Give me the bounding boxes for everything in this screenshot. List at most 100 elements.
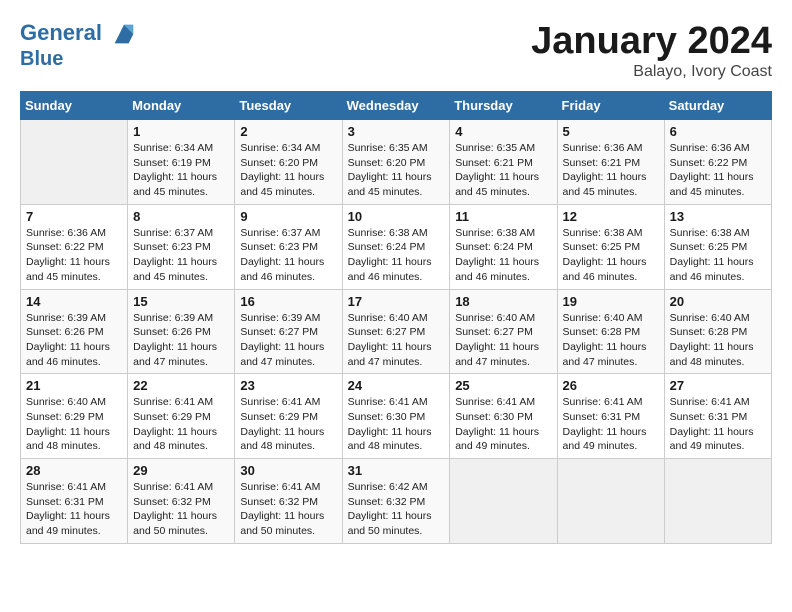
page-header: General Blue January 2024 Balayo, Ivory … bbox=[20, 20, 772, 81]
day-number: 15 bbox=[133, 294, 229, 309]
day-number: 1 bbox=[133, 124, 229, 139]
calendar-cell bbox=[664, 459, 771, 544]
week-row-1: 1 Sunrise: 6:34 AMSunset: 6:19 PMDaylight… bbox=[21, 120, 772, 205]
day-number: 13 bbox=[670, 209, 766, 224]
cell-info: Sunrise: 6:35 AMSunset: 6:21 PMDaylight:… bbox=[455, 141, 551, 200]
week-row-2: 7Sunrise: 6:36 AMSunset: 6:22 PMDaylight… bbox=[21, 204, 772, 289]
header-monday: Monday bbox=[128, 92, 235, 120]
logo-text: General bbox=[20, 20, 138, 48]
day-number: 25 bbox=[455, 378, 551, 393]
cell-info: Sunrise: 6:40 AMSunset: 6:28 PMDaylight:… bbox=[670, 311, 766, 370]
cell-info: Sunrise: 6:40 AMSunset: 6:27 PMDaylight:… bbox=[455, 311, 551, 370]
calendar-cell: 22 Sunrise: 6:41 AMSunset: 6:29 PMDayligh… bbox=[128, 374, 235, 459]
day-number: 23 bbox=[240, 378, 336, 393]
calendar-cell: 10 Sunrise: 6:38 AMSunset: 6:24 PMDayligh… bbox=[342, 204, 450, 289]
calendar-cell bbox=[450, 459, 557, 544]
cell-info: Sunrise: 6:40 AMSunset: 6:29 PMDaylight:… bbox=[26, 395, 122, 454]
day-number: 5 bbox=[563, 124, 659, 139]
cell-info: Sunrise: 6:38 AMSunset: 6:25 PMDaylight:… bbox=[670, 226, 766, 285]
cell-info: Sunrise: 6:38 AMSunset: 6:24 PMDaylight:… bbox=[348, 226, 445, 285]
cell-info: Sunrise: 6:41 AMSunset: 6:31 PMDaylight:… bbox=[26, 480, 122, 539]
day-number: 11 bbox=[455, 209, 551, 224]
location-subtitle: Balayo, Ivory Coast bbox=[531, 63, 772, 81]
cell-info: Sunrise: 6:38 AMSunset: 6:25 PMDaylight:… bbox=[563, 226, 659, 285]
day-number: 18 bbox=[455, 294, 551, 309]
day-number: 2 bbox=[240, 124, 336, 139]
calendar-cell: 14 Sunrise: 6:39 AMSunset: 6:26 PMDayligh… bbox=[21, 289, 128, 374]
calendar-cell: 8 Sunrise: 6:37 AMSunset: 6:23 PMDaylight… bbox=[128, 204, 235, 289]
month-title: January 2024 bbox=[531, 20, 772, 63]
day-number: 9 bbox=[240, 209, 336, 224]
calendar-cell: 27Sunrise: 6:41 AMSunset: 6:31 PMDayligh… bbox=[664, 374, 771, 459]
calendar-cell: 16 Sunrise: 6:39 AMSunset: 6:27 PMDayligh… bbox=[235, 289, 342, 374]
cell-info: Sunrise: 6:36 AMSunset: 6:21 PMDaylight:… bbox=[563, 141, 659, 200]
day-number: 4 bbox=[455, 124, 551, 139]
calendar-table: SundayMondayTuesdayWednesdayThursdayFrid… bbox=[20, 91, 772, 544]
day-number: 3 bbox=[348, 124, 445, 139]
cell-info: Sunrise: 6:40 AMSunset: 6:27 PMDaylight:… bbox=[348, 311, 445, 370]
header-sunday: Sunday bbox=[21, 92, 128, 120]
day-number: 8 bbox=[133, 209, 229, 224]
header-wednesday: Wednesday bbox=[342, 92, 450, 120]
day-number: 21 bbox=[26, 378, 122, 393]
cell-info: Sunrise: 6:41 AMSunset: 6:29 PMDaylight:… bbox=[133, 395, 229, 454]
calendar-cell: 25 Sunrise: 6:41 AMSunset: 6:30 PMDayligh… bbox=[450, 374, 557, 459]
day-number: 6 bbox=[670, 124, 766, 139]
cell-info: Sunrise: 6:34 AMSunset: 6:19 PMDaylight:… bbox=[133, 141, 229, 200]
calendar-cell: 5 Sunrise: 6:36 AMSunset: 6:21 PMDaylight… bbox=[557, 120, 664, 205]
cell-info: Sunrise: 6:36 AMSunset: 6:22 PMDaylight:… bbox=[670, 141, 766, 200]
calendar-cell: 19Sunrise: 6:40 AMSunset: 6:28 PMDayligh… bbox=[557, 289, 664, 374]
cell-info: Sunrise: 6:36 AMSunset: 6:22 PMDaylight:… bbox=[26, 226, 122, 285]
calendar-cell: 4 Sunrise: 6:35 AMSunset: 6:21 PMDaylight… bbox=[450, 120, 557, 205]
logo-blue: Blue bbox=[20, 48, 138, 70]
calendar-cell: 18 Sunrise: 6:40 AMSunset: 6:27 PMDayligh… bbox=[450, 289, 557, 374]
cell-info: Sunrise: 6:41 AMSunset: 6:32 PMDaylight:… bbox=[240, 480, 336, 539]
cell-info: Sunrise: 6:39 AMSunset: 6:27 PMDaylight:… bbox=[240, 311, 336, 370]
calendar-cell: 6 Sunrise: 6:36 AMSunset: 6:22 PMDaylight… bbox=[664, 120, 771, 205]
day-number: 17 bbox=[348, 294, 445, 309]
header-friday: Friday bbox=[557, 92, 664, 120]
calendar-cell: 23 Sunrise: 6:41 AMSunset: 6:29 PMDayligh… bbox=[235, 374, 342, 459]
calendar-header-row: SundayMondayTuesdayWednesdayThursdayFrid… bbox=[21, 92, 772, 120]
calendar-cell: 3 Sunrise: 6:35 AMSunset: 6:20 PMDaylight… bbox=[342, 120, 450, 205]
day-number: 24 bbox=[348, 378, 445, 393]
day-number: 31 bbox=[348, 463, 445, 478]
calendar-cell: 13 Sunrise: 6:38 AMSunset: 6:25 PMDayligh… bbox=[664, 204, 771, 289]
calendar-cell: 21 Sunrise: 6:40 AMSunset: 6:29 PMDayligh… bbox=[21, 374, 128, 459]
calendar-cell: 28Sunrise: 6:41 AMSunset: 6:31 PMDayligh… bbox=[21, 459, 128, 544]
calendar-cell: 20 Sunrise: 6:40 AMSunset: 6:28 PMDayligh… bbox=[664, 289, 771, 374]
day-number: 29 bbox=[133, 463, 229, 478]
cell-info: Sunrise: 6:41 AMSunset: 6:29 PMDaylight:… bbox=[240, 395, 336, 454]
calendar-cell: 31 Sunrise: 6:42 AMSunset: 6:32 PMDayligh… bbox=[342, 459, 450, 544]
day-number: 16 bbox=[240, 294, 336, 309]
header-thursday: Thursday bbox=[450, 92, 557, 120]
header-saturday: Saturday bbox=[664, 92, 771, 120]
cell-info: Sunrise: 6:41 AMSunset: 6:30 PMDaylight:… bbox=[455, 395, 551, 454]
calendar-cell: 12 Sunrise: 6:38 AMSunset: 6:25 PMDayligh… bbox=[557, 204, 664, 289]
day-number: 20 bbox=[670, 294, 766, 309]
calendar-cell bbox=[21, 120, 128, 205]
calendar-cell: 2 Sunrise: 6:34 AMSunset: 6:20 PMDaylight… bbox=[235, 120, 342, 205]
calendar-cell bbox=[557, 459, 664, 544]
day-number: 10 bbox=[348, 209, 445, 224]
cell-info: Sunrise: 6:42 AMSunset: 6:32 PMDaylight:… bbox=[348, 480, 445, 539]
logo-general: General bbox=[20, 20, 102, 45]
day-number: 14 bbox=[26, 294, 122, 309]
logo-icon bbox=[110, 20, 138, 48]
day-number: 30 bbox=[240, 463, 336, 478]
day-number: 12 bbox=[563, 209, 659, 224]
cell-info: Sunrise: 6:39 AMSunset: 6:26 PMDaylight:… bbox=[26, 311, 122, 370]
title-block: January 2024 Balayo, Ivory Coast bbox=[531, 20, 772, 81]
cell-info: Sunrise: 6:34 AMSunset: 6:20 PMDaylight:… bbox=[240, 141, 336, 200]
calendar-cell: 7Sunrise: 6:36 AMSunset: 6:22 PMDaylight… bbox=[21, 204, 128, 289]
calendar-cell: 17 Sunrise: 6:40 AMSunset: 6:27 PMDayligh… bbox=[342, 289, 450, 374]
cell-info: Sunrise: 6:40 AMSunset: 6:28 PMDaylight:… bbox=[563, 311, 659, 370]
cell-info: Sunrise: 6:35 AMSunset: 6:20 PMDaylight:… bbox=[348, 141, 445, 200]
calendar-cell: 26Sunrise: 6:41 AMSunset: 6:31 PMDayligh… bbox=[557, 374, 664, 459]
cell-info: Sunrise: 6:37 AMSunset: 6:23 PMDaylight:… bbox=[133, 226, 229, 285]
cell-info: Sunrise: 6:39 AMSunset: 6:26 PMDaylight:… bbox=[133, 311, 229, 370]
day-number: 22 bbox=[133, 378, 229, 393]
logo: General Blue bbox=[20, 20, 138, 70]
calendar-cell: 11Sunrise: 6:38 AMSunset: 6:24 PMDayligh… bbox=[450, 204, 557, 289]
calendar-cell: 29Sunrise: 6:41 AMSunset: 6:32 PMDayligh… bbox=[128, 459, 235, 544]
